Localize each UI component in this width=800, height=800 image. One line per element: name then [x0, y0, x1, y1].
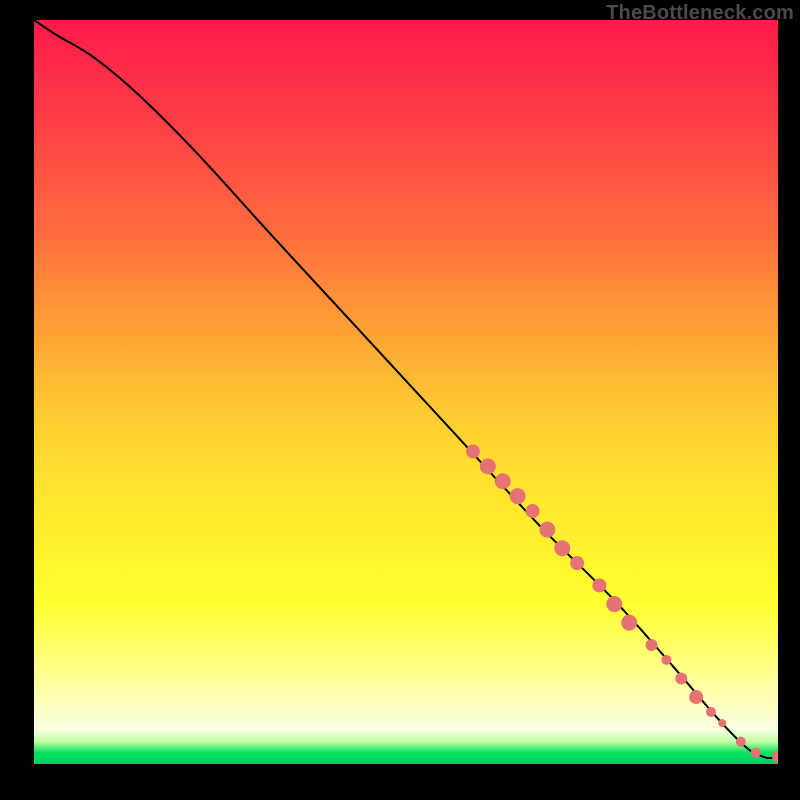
plot-area: [34, 20, 778, 764]
data-marker: [689, 690, 703, 704]
chart-svg: [34, 20, 778, 764]
data-marker: [466, 445, 480, 459]
data-marker: [480, 458, 496, 474]
data-marker: [554, 540, 570, 556]
data-marker: [570, 556, 584, 570]
data-marker: [525, 504, 539, 518]
data-marker: [539, 522, 555, 538]
watermark-text: TheBottleneck.com: [606, 2, 794, 25]
data-marker: [751, 748, 761, 758]
curve-layer: [34, 20, 778, 758]
data-marker: [592, 578, 606, 592]
data-marker: [606, 596, 622, 612]
marker-layer: [466, 445, 778, 763]
data-marker: [495, 473, 511, 489]
data-marker: [675, 672, 687, 684]
data-marker: [736, 737, 746, 747]
data-marker: [510, 488, 526, 504]
data-marker: [646, 639, 658, 651]
data-marker: [772, 751, 778, 763]
bottleneck-curve: [34, 20, 778, 758]
data-marker: [661, 655, 671, 665]
data-marker: [718, 719, 726, 727]
data-marker: [621, 615, 637, 631]
data-marker: [706, 707, 716, 717]
